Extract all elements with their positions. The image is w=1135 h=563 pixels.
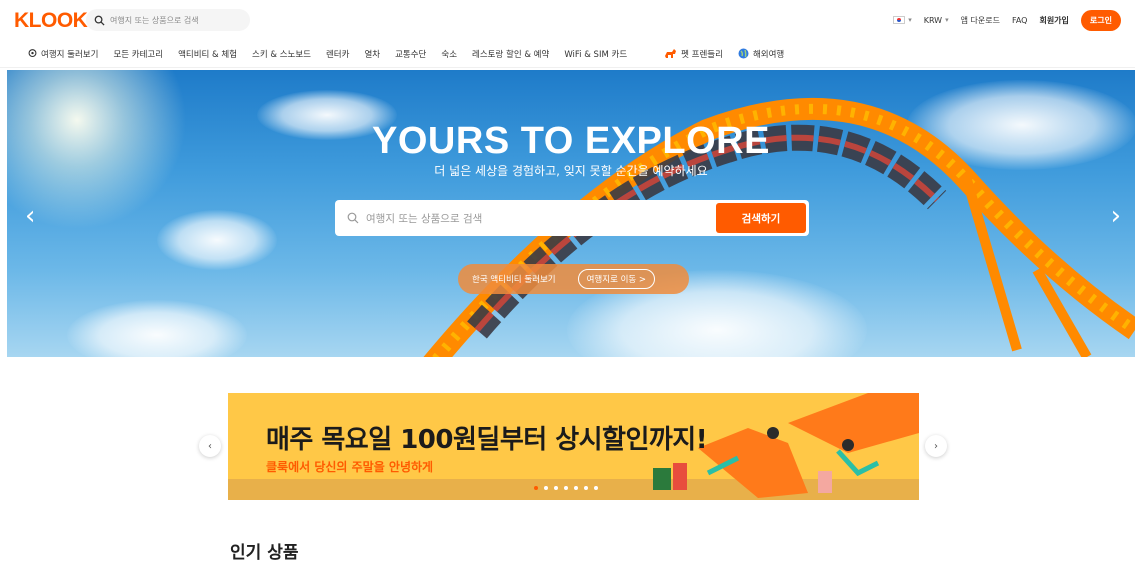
nav-label: 펫 프렌들리 [681, 49, 723, 60]
dog-icon [665, 49, 677, 58]
banner-title: 매주 목요일 100원딜부터 상시할인까지! [266, 425, 708, 455]
header-actions: ▾ KRW ▾ 앱 다운로드 FAQ 회원가입 로그인 [893, 9, 1121, 31]
top-header: KLOOK 여행지 또는 상품으로 검색 ▾ KRW ▾ 앱 다운로드 FAQ … [0, 0, 1135, 40]
hero-prev-arrow-icon[interactable]: ‹ [25, 201, 35, 231]
category-nav: 여행지 둘러보기 모든 카테고리 액티비티 & 체험 스키 & 스노보드 렌터카… [0, 40, 1135, 68]
globe-icon [738, 48, 749, 59]
promo-banner[interactable]: 매주 목요일 100원딜부터 상시할인까지! 클룩에서 당신의 주말을 안녕하게 [228, 393, 919, 500]
carousel-dot[interactable] [574, 486, 578, 490]
nav-item-activities[interactable]: 액티비티 & 체험 [178, 48, 237, 60]
nav-label: 여행지 둘러보기 [41, 49, 99, 60]
carousel-dots [534, 486, 598, 490]
nav-item-hotel[interactable]: 숙소 [441, 48, 457, 60]
nav-item-wifi-sim[interactable]: WiFi & SIM 카드 [564, 48, 627, 60]
banner-prev-button[interactable]: ‹ [199, 435, 221, 457]
signup-link[interactable]: 회원가입 [1039, 15, 1068, 26]
nav-item-ski[interactable]: 스키 & 스노보드 [252, 48, 311, 60]
nav-item-all-categories[interactable]: 모든 카테고리 [113, 48, 163, 60]
carousel-dot[interactable] [564, 486, 568, 490]
hero-title: YOURS TO EXPLORE [372, 120, 770, 162]
nav-item-transport[interactable]: 교통수단 [395, 48, 426, 60]
chevron-down-icon: ▾ [945, 16, 949, 24]
header-search-placeholder: 여행지 또는 상품으로 검색 [110, 15, 199, 25]
nav-item-destinations[interactable]: 여행지 둘러보기 [28, 48, 98, 60]
klook-logo[interactable]: KLOOK [14, 9, 88, 33]
korea-flag-icon [893, 16, 906, 24]
search-icon [94, 15, 105, 26]
explore-korea-pill[interactable]: 한국 액티비티 둘러보기 여행지로 이동 > [458, 264, 689, 294]
hero-next-arrow-icon[interactable]: › [1111, 201, 1121, 231]
hero-search-input[interactable]: 여행지 또는 상품으로 검색 검색하기 [335, 200, 809, 236]
language-selector[interactable]: ▾ [893, 16, 912, 24]
carousel-dot[interactable] [594, 486, 598, 490]
app-download-link[interactable]: 앱 다운로드 [961, 15, 1000, 26]
carousel-dot[interactable] [544, 486, 548, 490]
banner-subtitle: 클룩에서 당신의 주말을 안녕하게 [266, 460, 434, 474]
hero-subtitle: 더 넓은 세상을 경험하고, 잊지 못할 순간을 예약하세요 [434, 164, 708, 178]
search-icon [347, 212, 359, 224]
hero-banner: YOURS TO EXPLORE 더 넓은 세상을 경험하고, 잊지 못할 순간… [7, 70, 1135, 357]
currency-label: KRW [923, 15, 943, 25]
nav-item-pet-friendly[interactable]: 펫 프렌들리 [664, 48, 723, 60]
banner-next-button[interactable]: › [925, 435, 947, 457]
nav-item-overseas[interactable]: 해외여행 [738, 48, 784, 60]
nav-item-rental-car[interactable]: 렌터카 [326, 48, 349, 60]
currency-selector[interactable]: KRW ▾ [924, 16, 949, 25]
faq-link[interactable]: FAQ [1012, 16, 1028, 25]
login-button[interactable]: 로그인 [1080, 9, 1121, 31]
carousel-dot[interactable] [534, 486, 538, 490]
chevron-left-icon: ‹ [208, 440, 212, 452]
nav-item-train[interactable]: 열차 [364, 48, 380, 60]
go-to-destination-button[interactable]: 여행지로 이동 > [577, 269, 656, 289]
search-button[interactable]: 검색하기 [716, 203, 806, 233]
carousel-dot[interactable] [584, 486, 588, 490]
nav-label: 해외여행 [752, 49, 785, 60]
pill-label: 한국 액티비티 둘러보기 [472, 275, 556, 285]
header-search-input[interactable]: 여행지 또는 상품으로 검색 [86, 9, 250, 31]
nav-item-restaurant[interactable]: 레스토랑 할인 & 예약 [472, 48, 549, 60]
chevron-down-icon: ▾ [908, 16, 912, 24]
location-pin-icon [28, 48, 37, 57]
carousel-dot[interactable] [554, 486, 558, 490]
chevron-right-icon: › [934, 440, 938, 452]
